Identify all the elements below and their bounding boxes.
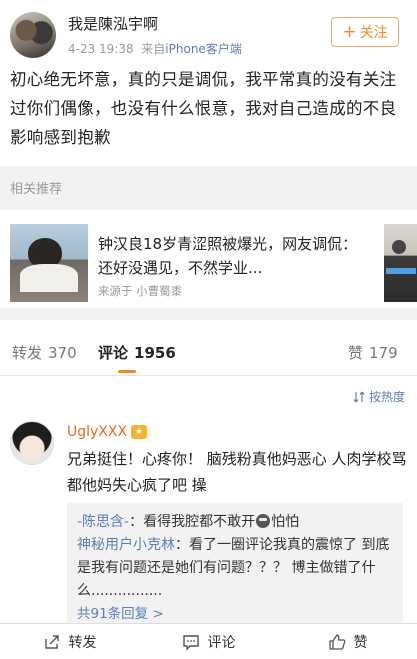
- recommend-header: 相关推荐: [10, 182, 63, 197]
- like-button[interactable]: 赞: [278, 624, 417, 659]
- recommend-thumbnail[interactable]: [10, 224, 88, 302]
- repost-icon: [44, 634, 59, 649]
- like-label: 赞: [353, 634, 368, 651]
- reply-user[interactable]: -陈思含-: [77, 514, 129, 530]
- post-user-name[interactable]: 我是陳泓宇啊: [68, 13, 158, 34]
- tab-comments[interactable]: 评论 1956: [98, 342, 176, 363]
- repost-label: 转发: [68, 634, 97, 651]
- comment-text: 兄弟挺住！心疼你！ 脑残粉真他妈恶心 人肉学校骂 都他妈失心疯了吧 操: [67, 450, 407, 494]
- tab-comments-count: 1956: [134, 344, 176, 362]
- tab-likes[interactable]: 赞 179: [348, 342, 398, 363]
- follow-label: 关注: [359, 25, 388, 41]
- recommend-source: 来源于 小曹蜀黍: [98, 284, 183, 298]
- thumbs-up-icon: [328, 633, 345, 650]
- bottom-action-bar: 转发 评论 赞: [0, 623, 417, 659]
- vip-badge-icon: ★: [131, 425, 148, 439]
- tab-repost[interactable]: 转发 370: [12, 342, 77, 363]
- recommend-title[interactable]: 钟汉良18岁青涩照被爆光，网友调侃：还好没遇见，不然学业...: [98, 232, 368, 280]
- tab-likes-count: 179: [369, 344, 398, 362]
- active-tab-indicator: [118, 370, 136, 373]
- post-text: 初心绝无坏意，真的只是调侃，我平常真的没有关注过你们偶像，也没有什么恨意，我对自…: [10, 70, 397, 147]
- repost-button[interactable]: 转发: [0, 624, 139, 659]
- comment-icon: [182, 634, 199, 651]
- reply-item: 神秘用户小克林：看了一圈评论我真的震惊了 到底是我有问题还是她们有问题？？？ 博…: [77, 534, 393, 603]
- reply-item: -陈思含-：看得我腔都不敢开 怕怕: [77, 511, 393, 534]
- recommend-card[interactable]: 钟汉良18岁青涩照被爆光，网友调侃：还好没遇见，不然学业... 来源于 小曹蜀黍: [0, 210, 417, 308]
- tab-repost-label: 转发: [12, 344, 43, 362]
- sort-by-hot-button[interactable]: 按热度: [353, 388, 405, 405]
- post-source-prefix: 来自: [141, 42, 166, 56]
- reply-text: ：看得我腔都不敢开: [129, 514, 256, 530]
- comment-button[interactable]: 评论: [139, 624, 278, 659]
- post-source-link[interactable]: iPhone客户端: [165, 42, 242, 56]
- comments-section: 按热度 UglyXXX ★ 兄弟挺住！心疼你！ 脑残粉真他妈恶心 人肉学校骂 都…: [0, 376, 417, 623]
- commenter-name-row: UglyXXX ★: [67, 424, 148, 440]
- scared-emoji-icon: [256, 514, 271, 528]
- reply-text-after: 怕怕: [271, 514, 300, 530]
- commenter-avatar[interactable]: [10, 421, 54, 465]
- post-meta: 4-23 19:38 来自iPhone客户端: [68, 40, 242, 57]
- post-date: 4-23 19:38: [68, 42, 134, 56]
- user-avatar[interactable]: [10, 12, 56, 58]
- replies-box[interactable]: -陈思含-：看得我腔都不敢开 怕怕 神秘用户小克林：看了一圈评论我真的震惊了 到底…: [67, 503, 403, 623]
- comment-label: 评论: [207, 634, 236, 651]
- commenter-name[interactable]: UglyXXX: [67, 424, 127, 440]
- tab-likes-label: 赞: [348, 344, 364, 362]
- follow-button[interactable]: + 关注: [331, 17, 399, 47]
- sort-icon: [353, 391, 365, 402]
- tab-repost-count: 370: [48, 344, 77, 362]
- sort-label: 按热度: [368, 390, 405, 404]
- interaction-tabs: 转发 370 评论 1956 赞 179: [0, 320, 417, 376]
- tab-comments-label: 评论: [98, 344, 129, 362]
- weibo-post: 我是陳泓宇啊 4-23 19:38 来自iPhone客户端 + 关注 初心绝无坏…: [0, 0, 417, 166]
- reply-user[interactable]: 神秘用户小克林: [77, 537, 175, 553]
- plus-icon: +: [342, 21, 357, 42]
- recommend-thumbnail-next[interactable]: [384, 224, 417, 302]
